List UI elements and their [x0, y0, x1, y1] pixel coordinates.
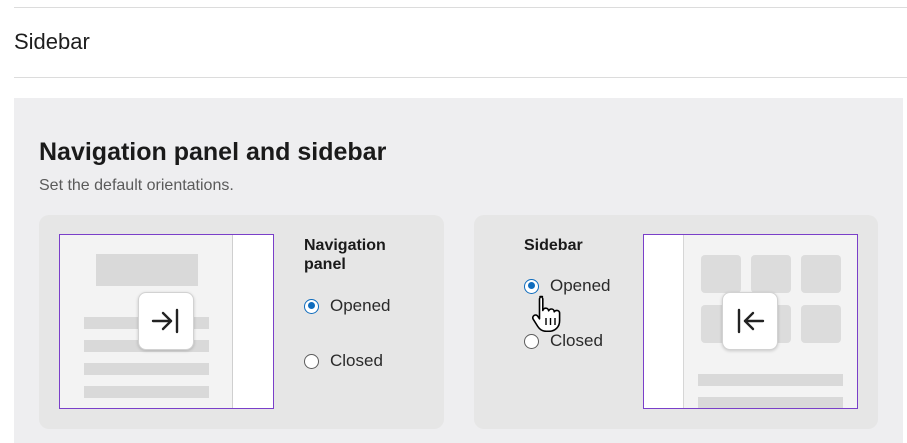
radio-label: Opened: [550, 276, 611, 295]
preview-line: [698, 397, 843, 408]
navigation-panel-opened-radio[interactable]: [304, 298, 319, 314]
hand-cursor-icon: [531, 295, 561, 332]
radio-label: Opened: [330, 296, 391, 315]
preview-sidebar-strip: [644, 235, 684, 408]
navigation-panel-card: Navigation panel Opened Closed: [39, 215, 444, 429]
preview-tile: [751, 255, 791, 293]
navigation-panel-closed-radio[interactable]: [304, 353, 319, 369]
orientation-settings-panel: Navigation panel and sidebar Set the def…: [14, 98, 903, 443]
sidebar-closed-radio[interactable]: [524, 333, 539, 349]
navigation-panel-label: Navigation panel: [304, 237, 386, 273]
navigation-panel-opened-option[interactable]: Opened: [304, 296, 391, 316]
sidebar-closed-option[interactable]: Closed: [524, 331, 603, 351]
preview-tile: [801, 255, 841, 293]
settings-page: Sidebar Navigation panel and sidebar Set…: [0, 0, 907, 443]
navigation-panel-closed-option[interactable]: Closed: [304, 351, 383, 371]
preview-tile: [701, 255, 741, 293]
sidebar-label: Sidebar: [524, 237, 583, 254]
preview-line: [84, 386, 209, 398]
expand-to-left-icon: [722, 292, 778, 350]
panel-description: Set the default orientations.: [39, 177, 234, 194]
preview-line: [698, 374, 843, 386]
sidebar-opened-radio[interactable]: [524, 278, 539, 294]
preview-line: [84, 363, 209, 375]
navigation-panel-preview: [59, 234, 274, 409]
top-divider: [14, 7, 907, 8]
radio-label: Closed: [330, 351, 383, 370]
radio-label: Closed: [550, 331, 603, 350]
preview-header-block: [96, 254, 198, 286]
sidebar-opened-option[interactable]: Opened: [524, 276, 611, 296]
preview-tile: [801, 305, 841, 343]
section-title: Sidebar: [14, 29, 90, 54]
sidebar-preview: [643, 234, 858, 409]
panel-heading: Navigation panel and sidebar: [39, 138, 387, 166]
section-divider: [14, 77, 907, 78]
collapse-to-right-icon: [138, 292, 194, 350]
